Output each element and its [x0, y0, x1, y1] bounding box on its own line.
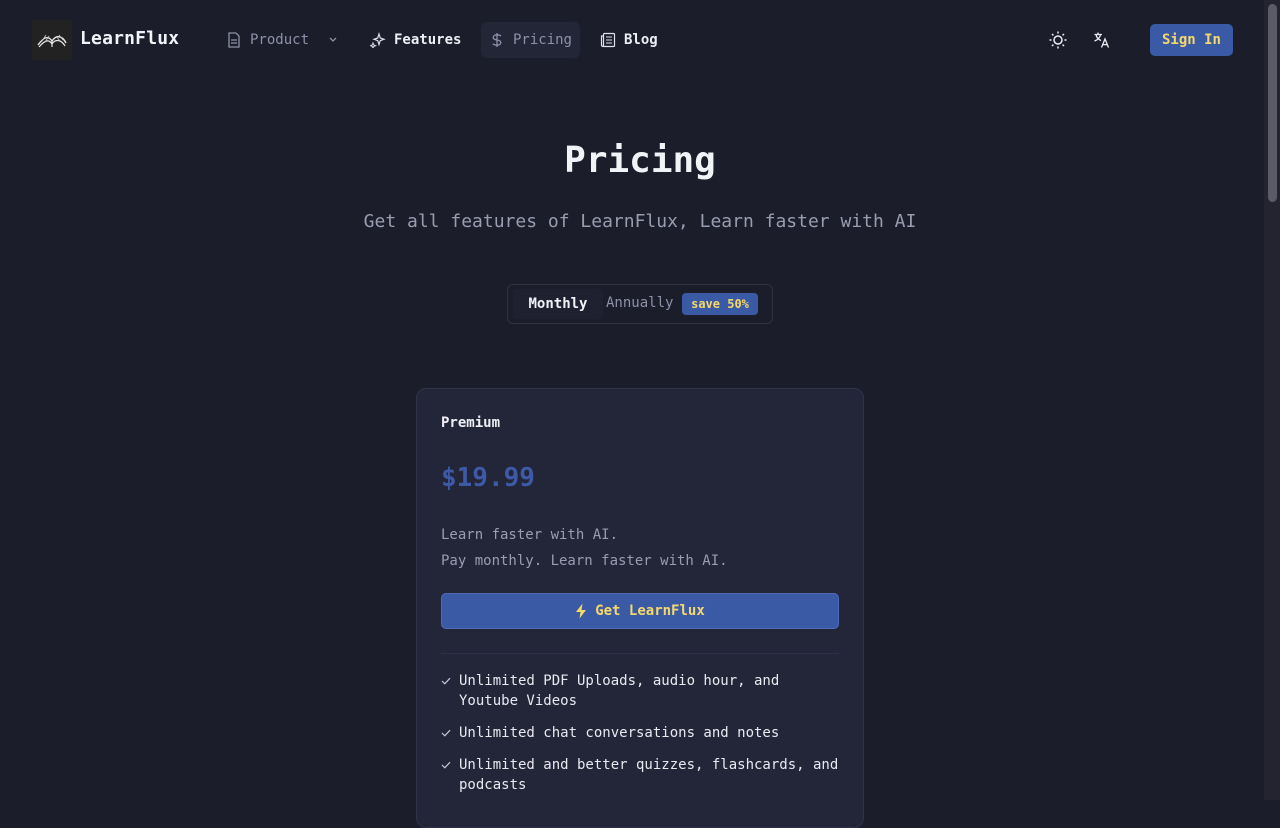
brand-name[interactable]: LearnFlux [80, 28, 179, 49]
feature-item: Unlimited chat conversations and notes [441, 723, 843, 743]
plan-billing-note: Pay monthly. Learn faster with AI. [441, 553, 728, 569]
nav-blog[interactable]: Blog [592, 22, 666, 58]
nav-features-label: Features [394, 32, 462, 48]
pricing-card: Premium $19.99 Learn faster with AI. Pay… [416, 388, 864, 828]
billing-toggle: Monthly Annually save 50% [507, 284, 773, 324]
feature-text: Unlimited PDF Uploads, audio hour, and Y… [459, 673, 780, 709]
sparkles-icon [370, 32, 386, 48]
nav-blog-label: Blog [624, 32, 658, 48]
page-title: Pricing [564, 140, 716, 181]
get-learnflux-button[interactable]: Get LearnFlux [441, 593, 839, 629]
plan-description: Learn faster with AI. [441, 527, 619, 543]
newspaper-icon [600, 32, 616, 48]
monthly-option[interactable]: Monthly [513, 289, 603, 319]
annually-option[interactable]: Annually [606, 295, 673, 311]
logo[interactable] [32, 20, 72, 60]
feature-list: Unlimited PDF Uploads, audio hour, and Y… [441, 671, 843, 807]
chevron-down-icon [325, 32, 341, 48]
translate-icon [1094, 32, 1110, 48]
theme-toggle-button[interactable] [1046, 28, 1070, 52]
page-subtitle: Get all features of LearnFlux, Learn fas… [363, 211, 917, 232]
feature-text: Unlimited and better quizzes, flashcards… [459, 757, 839, 793]
nav-pricing[interactable]: Pricing [481, 22, 580, 58]
lightning-icon [576, 603, 587, 619]
feature-text: Unlimited chat conversations and notes [459, 725, 780, 741]
nav-product-label: Product [250, 32, 310, 48]
language-button[interactable] [1090, 28, 1114, 52]
save-badge: save 50% [682, 293, 758, 315]
nav-features[interactable]: Features [362, 22, 469, 58]
card-divider [441, 653, 839, 654]
nav-pricing-label: Pricing [512, 32, 572, 48]
check-icon [441, 671, 451, 691]
sign-in-button[interactable]: Sign In [1150, 24, 1233, 56]
sun-icon [1049, 31, 1067, 49]
feature-item: Unlimited and better quizzes, flashcards… [441, 755, 843, 795]
check-icon [441, 755, 451, 775]
feature-item: Unlimited PDF Uploads, audio hour, and Y… [441, 671, 843, 711]
plan-name: Premium [441, 415, 501, 431]
dollar-icon [489, 32, 505, 48]
check-icon [441, 723, 451, 743]
file-icon [226, 32, 242, 48]
top-navbar: LearnFlux Product Features Pricing Blog [0, 0, 1264, 80]
nav-product[interactable]: Product [218, 22, 349, 58]
plan-price: $19.99 [441, 463, 535, 493]
cta-label: Get LearnFlux [595, 603, 705, 619]
book-icon [37, 34, 67, 48]
